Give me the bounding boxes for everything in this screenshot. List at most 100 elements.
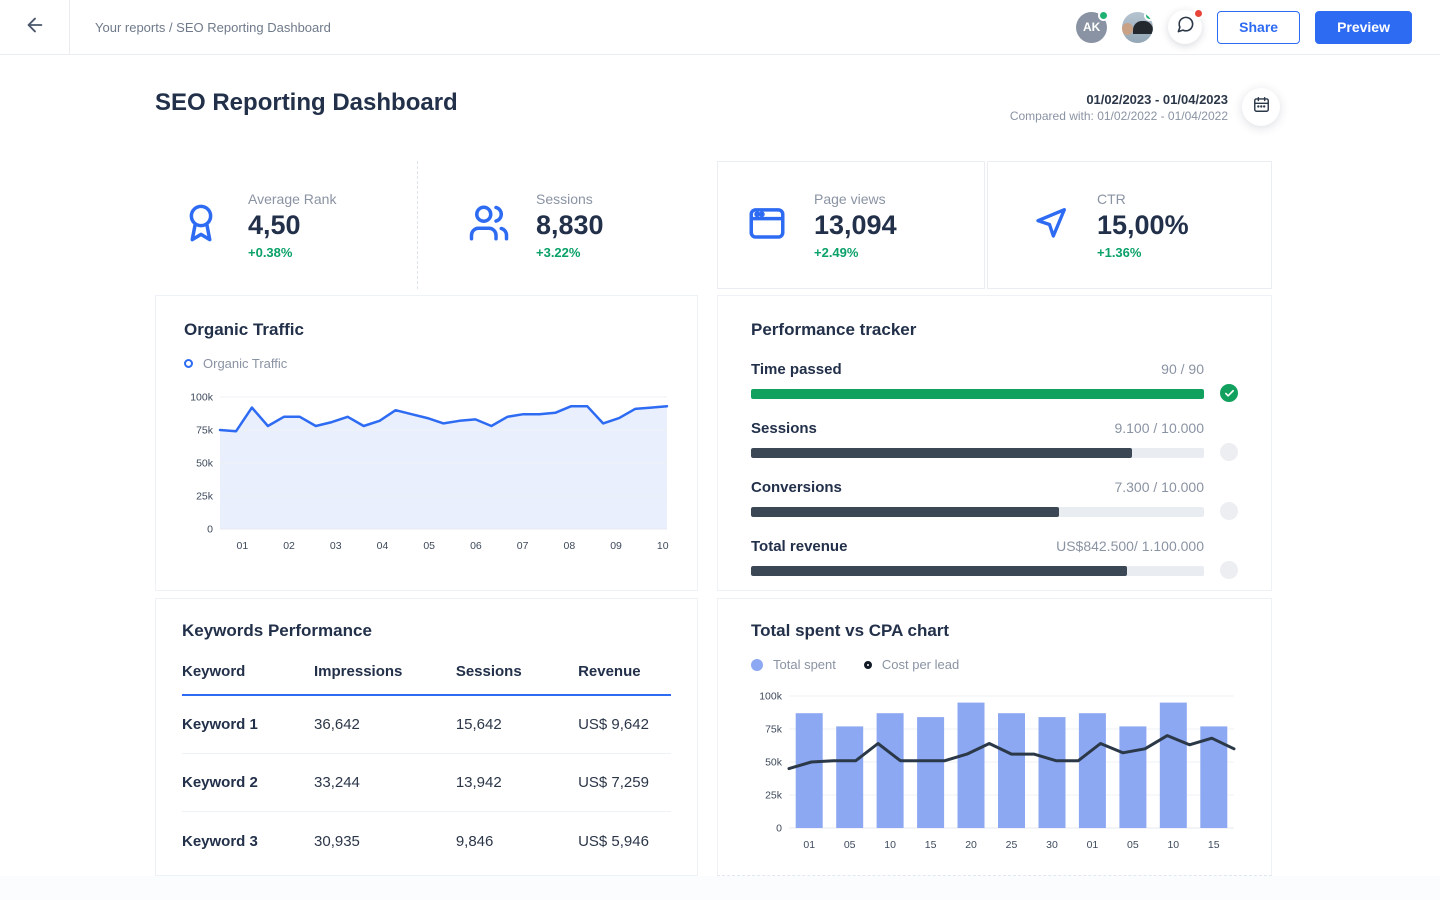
- date-picker-button[interactable]: [1242, 88, 1280, 126]
- total-spent-cpa-widget[interactable]: Total spent vs CPA chart Total spent Cos…: [717, 598, 1272, 876]
- kpi-delta: +1.36%: [1097, 245, 1189, 260]
- avatar-photo-face: [1122, 23, 1133, 35]
- table-row[interactable]: Keyword 3 30,935 9,846 US$ 5,946: [182, 812, 671, 870]
- widget-title: Organic Traffic: [184, 320, 669, 340]
- progress-track: [751, 448, 1204, 458]
- widget-title: Total spent vs CPA chart: [751, 621, 1238, 641]
- avatar-initials-label: AK: [1083, 20, 1100, 34]
- widget-title: Performance tracker: [751, 320, 1238, 340]
- date-compared-value: Compared with: 01/02/2022 - 01/04/2022: [1010, 109, 1228, 123]
- tracker-row-main: Total revenue US$842.500/ 1.100.000: [751, 538, 1204, 576]
- kpi-label: Average Rank: [248, 191, 336, 207]
- svg-text:04: 04: [377, 540, 389, 552]
- tracker-row: Time passed 90 / 90: [751, 361, 1238, 399]
- kpi-text: Page views 13,094 +2.49%: [814, 191, 897, 260]
- legend-item: Organic Traffic: [184, 356, 287, 371]
- kpi-card-page-views[interactable]: Page views 13,094 +2.49%: [717, 161, 985, 289]
- svg-text:05: 05: [423, 540, 435, 552]
- tracker-status: [1220, 443, 1238, 461]
- svg-text:10: 10: [1167, 839, 1179, 850]
- svg-text:100k: 100k: [759, 691, 783, 703]
- total-spent-cpa-chart: 100k75k50k25k00105101520253001051015: [751, 684, 1240, 850]
- pending-circle-icon: [1220, 443, 1238, 461]
- share-button[interactable]: Share: [1217, 11, 1300, 44]
- column-header: Impressions: [314, 663, 456, 680]
- kpi-card-ctr[interactable]: CTR 15,00% +1.36%: [987, 161, 1272, 289]
- online-status-dot: [1098, 10, 1109, 21]
- preview-button[interactable]: Preview: [1315, 11, 1412, 44]
- kpi-value: 13,094: [814, 210, 897, 241]
- tracker-row: Sessions 9.100 / 10.000: [751, 420, 1238, 458]
- tracker-status: [1220, 561, 1238, 579]
- svg-text:0: 0: [207, 524, 213, 536]
- legend-item: Total spent: [751, 657, 836, 672]
- svg-text:02: 02: [283, 540, 295, 552]
- pending-circle-icon: [1220, 502, 1238, 520]
- column-header: Revenue: [578, 663, 671, 680]
- cell-impressions: 36,642: [314, 716, 456, 733]
- tracker-value: 7.300 / 10.000: [1114, 479, 1204, 495]
- svg-text:20: 20: [965, 839, 977, 850]
- canvas-bottom-margin: [0, 876, 1440, 900]
- chat-button[interactable]: [1168, 10, 1202, 44]
- report-header: SEO Reporting Dashboard 01/02/2023 - 01/…: [155, 88, 1280, 126]
- svg-text:30: 30: [1046, 839, 1058, 850]
- progress-fill: [751, 448, 1132, 458]
- report-canvas: SEO Reporting Dashboard 01/02/2023 - 01/…: [0, 55, 1440, 876]
- table-row[interactable]: Keyword 2 33,244 13,942 US$ 7,259: [182, 754, 671, 812]
- cell-revenue: US$ 7,259: [578, 774, 671, 791]
- progress-fill: [751, 389, 1204, 399]
- legend-label: Cost per lead: [882, 657, 959, 672]
- svg-text:50k: 50k: [765, 757, 783, 769]
- cell-impressions: 30,935: [314, 833, 456, 850]
- progress-fill: [751, 507, 1059, 517]
- preview-button-label: Preview: [1337, 19, 1390, 35]
- notification-dot: [1193, 8, 1204, 19]
- kpi-delta: +0.38%: [248, 245, 336, 260]
- legend-label: Total spent: [773, 657, 836, 672]
- organic-traffic-widget[interactable]: Organic Traffic Organic Traffic 100k75k5…: [155, 295, 698, 591]
- tracker-row-main: Time passed 90 / 90: [751, 361, 1204, 399]
- legend-item: Cost per lead: [864, 657, 959, 672]
- cell-keyword: Keyword 1: [182, 716, 314, 733]
- kpi-text: Sessions 8,830 +3.22%: [536, 191, 604, 260]
- date-range-value: 01/02/2023 - 01/04/2023: [1010, 92, 1228, 107]
- kpi-card-sessions[interactable]: Sessions 8,830 +3.22%: [417, 161, 698, 289]
- keywords-performance-widget[interactable]: Keywords Performance Keyword Impressions…: [155, 598, 698, 876]
- pending-circle-icon: [1220, 561, 1238, 579]
- svg-text:15: 15: [1208, 839, 1220, 850]
- avatar-initials[interactable]: AK: [1076, 12, 1107, 43]
- cursor-icon: [1031, 203, 1071, 248]
- svg-text:05: 05: [1127, 839, 1139, 850]
- performance-tracker-widget[interactable]: Performance tracker Time passed 90 / 90: [717, 295, 1272, 591]
- progress-fill: [751, 566, 1127, 576]
- kpi-row: Average Rank 4,50 +0.38% Sessions 8,830 …: [155, 161, 1280, 289]
- kpi-value: 15,00%: [1097, 210, 1189, 241]
- kpi-card-average-rank[interactable]: Average Rank 4,50 +0.38%: [155, 161, 417, 289]
- breadcrumb[interactable]: Your reports / SEO Reporting Dashboard: [95, 20, 331, 35]
- widget-title: Keywords Performance: [182, 621, 671, 641]
- cell-sessions: 9,846: [456, 833, 578, 850]
- kpi-value: 4,50: [248, 210, 336, 241]
- table-row[interactable]: Keyword 1 36,642 15,642 US$ 9,642: [182, 696, 671, 754]
- svg-text:08: 08: [563, 540, 575, 552]
- back-button[interactable]: [0, 0, 70, 55]
- legend-ring-icon: [184, 359, 193, 368]
- progress-track: [751, 566, 1204, 576]
- cell-revenue: US$ 5,946: [578, 833, 671, 850]
- svg-text:75k: 75k: [196, 425, 214, 437]
- legend-label: Organic Traffic: [203, 356, 287, 371]
- avatar-photo[interactable]: [1122, 12, 1153, 43]
- svg-text:01: 01: [237, 540, 249, 552]
- organic-traffic-legend: Organic Traffic: [184, 356, 669, 371]
- legend-dot-icon: [751, 659, 763, 671]
- svg-text:25: 25: [1006, 839, 1018, 850]
- tracker-label: Conversions: [751, 479, 842, 496]
- users-icon: [468, 202, 510, 249]
- kpi-label: CTR: [1097, 191, 1189, 207]
- topbar-actions: AK Share Preview: [1076, 10, 1440, 44]
- tracker-row-main: Sessions 9.100 / 10.000: [751, 420, 1204, 458]
- date-range-text: 01/02/2023 - 01/04/2023 Compared with: 0…: [1010, 92, 1228, 123]
- legend-ring-icon: [864, 661, 872, 669]
- progress-track: [751, 389, 1204, 399]
